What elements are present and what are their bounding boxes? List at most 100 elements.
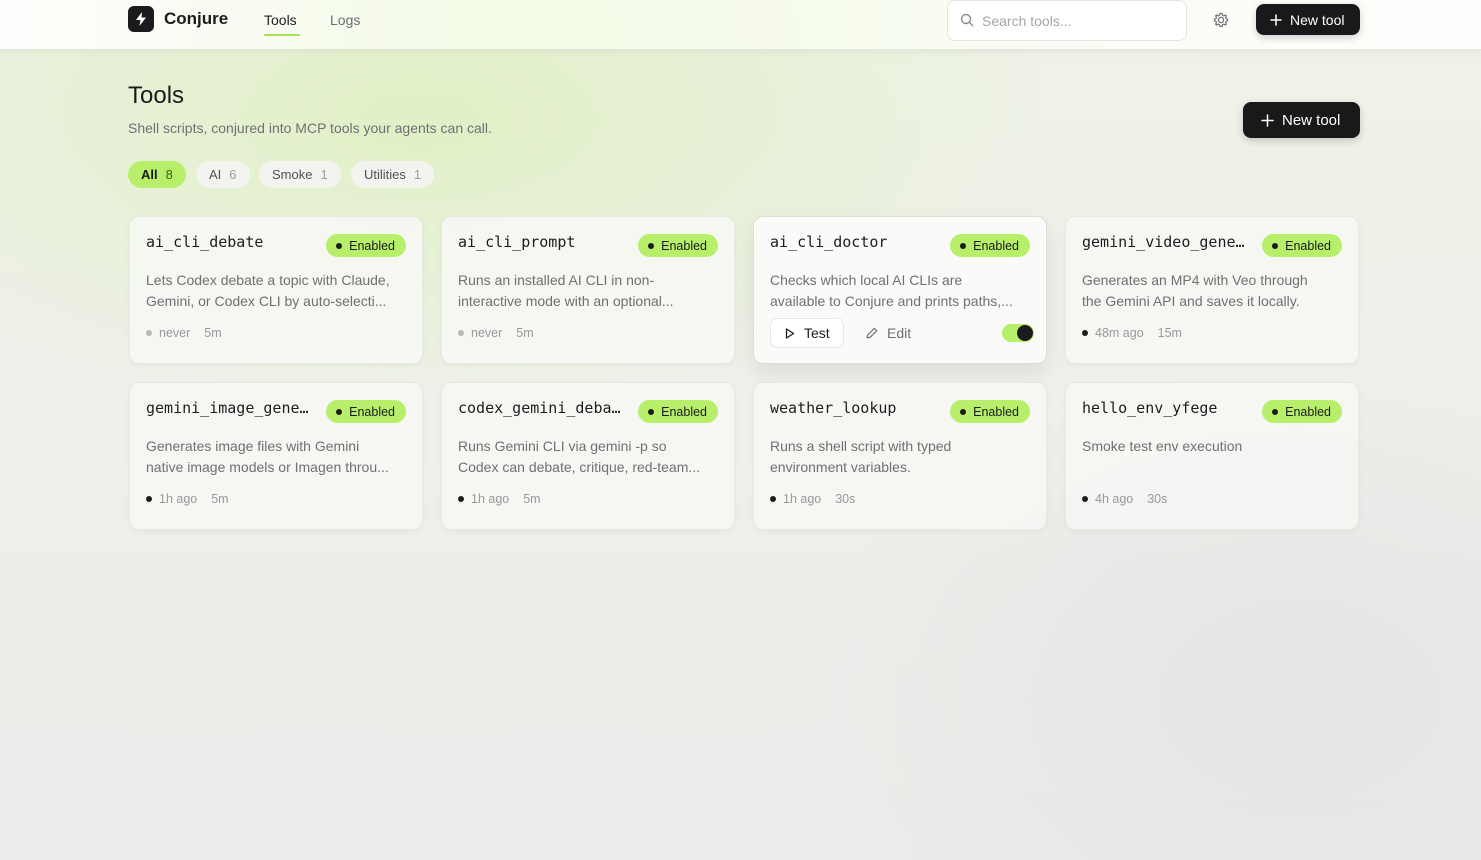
gear-icon[interactable] bbox=[1211, 10, 1231, 30]
tool-meta: 1h ago 30s bbox=[770, 492, 855, 506]
tool-name: weather_lookup bbox=[770, 399, 897, 417]
last-run-dot bbox=[146, 496, 152, 502]
status-label: Enabled bbox=[973, 404, 1019, 419]
test-label: Test bbox=[804, 325, 830, 341]
tool-card-weather-lookup[interactable]: weather_lookup Enabled Runs a shell scri… bbox=[753, 382, 1047, 530]
tool-name: ai_cli_debate bbox=[146, 233, 264, 251]
status-dot bbox=[960, 242, 967, 249]
status-label: Enabled bbox=[1285, 238, 1331, 253]
tool-description: Generates image files with Gemini native… bbox=[146, 438, 389, 475]
filter-count: 1 bbox=[320, 167, 328, 182]
top-bar: Conjure Tools Logs New tool bbox=[0, 0, 1481, 50]
tool-description: Smoke test env execution bbox=[1082, 438, 1243, 454]
app-name[interactable]: Conjure bbox=[164, 9, 228, 29]
filter-label: Utilities bbox=[364, 167, 406, 182]
search-input[interactable] bbox=[982, 9, 1177, 33]
timeout: 5m bbox=[523, 492, 541, 506]
new-tool-label: New tool bbox=[1282, 111, 1341, 129]
status-label: Enabled bbox=[973, 238, 1019, 253]
tool-description: Runs Gemini CLI via gemini -p so Codex c… bbox=[458, 438, 701, 475]
tool-meta: 48m ago 15m bbox=[1082, 326, 1182, 340]
status-badge: Enabled bbox=[950, 400, 1030, 423]
toggle-knob bbox=[1017, 325, 1033, 341]
tool-card-codex-gemini-debate[interactable]: codex_gemini_deba… Enabled Runs Gemini C… bbox=[441, 382, 735, 530]
test-button[interactable]: Test bbox=[770, 318, 844, 348]
page-subtitle: Shell scripts, conjured into MCP tools y… bbox=[128, 120, 492, 136]
plus-icon bbox=[1261, 113, 1274, 127]
edit-button[interactable]: Edit bbox=[866, 318, 911, 348]
status-dot bbox=[960, 408, 967, 415]
filter-chip-ai[interactable]: AI 6 bbox=[196, 161, 250, 188]
last-run: 1h ago bbox=[783, 492, 822, 506]
status-badge: Enabled bbox=[1262, 234, 1342, 257]
nav-tab-tools[interactable]: Tools bbox=[264, 12, 297, 28]
tool-card-gemini-image[interactable]: gemini_image_gene… Enabled Generates ima… bbox=[129, 382, 423, 530]
last-run-dot bbox=[458, 496, 464, 502]
tool-description: Checks which local AI CLIs are available… bbox=[770, 272, 1013, 309]
tool-name: ai_cli_doctor bbox=[770, 233, 888, 251]
tool-meta: never 5m bbox=[146, 326, 222, 340]
nav-tab-logs[interactable]: Logs bbox=[330, 12, 360, 28]
timeout: 15m bbox=[1157, 326, 1182, 340]
filter-chip-utilities[interactable]: Utilities 1 bbox=[351, 161, 435, 188]
last-run: never bbox=[159, 326, 191, 340]
tool-card-ai-cli-prompt[interactable]: ai_cli_prompt Enabled Runs an installed … bbox=[441, 216, 735, 364]
tool-meta: 1h ago 5m bbox=[146, 492, 229, 506]
status-badge: Enabled bbox=[1262, 400, 1342, 423]
last-run: 1h ago bbox=[159, 492, 198, 506]
last-run: 1h ago bbox=[471, 492, 510, 506]
status-label: Enabled bbox=[1285, 404, 1331, 419]
tool-description: Runs an installed AI CLI in non- interac… bbox=[458, 272, 674, 309]
last-run-dot bbox=[458, 330, 464, 336]
status-label: Enabled bbox=[349, 404, 395, 419]
card-actions: Test Edit bbox=[770, 318, 1034, 348]
edit-label: Edit bbox=[887, 325, 912, 341]
search-box[interactable] bbox=[947, 0, 1187, 41]
last-run: never bbox=[471, 326, 503, 340]
enabled-toggle[interactable] bbox=[1002, 324, 1034, 342]
tool-meta: 1h ago 5m bbox=[458, 492, 541, 506]
status-badge: Enabled bbox=[326, 400, 406, 423]
tool-description: Lets Codex debate a topic with Claude, G… bbox=[146, 272, 390, 309]
tool-meta: never 5m bbox=[458, 326, 534, 340]
last-run: 48m ago bbox=[1095, 326, 1144, 340]
timeout: 5m bbox=[204, 326, 222, 340]
status-badge: Enabled bbox=[638, 234, 718, 257]
tool-name: codex_gemini_deba… bbox=[458, 399, 621, 417]
new-tool-button[interactable]: New tool bbox=[1243, 102, 1360, 138]
pencil-icon bbox=[866, 327, 878, 339]
status-label: Enabled bbox=[661, 238, 707, 253]
filter-chip-all[interactable]: All 8 bbox=[128, 161, 186, 188]
status-dot bbox=[648, 242, 655, 249]
tool-name: ai_cli_prompt bbox=[458, 233, 576, 251]
tool-meta: 4h ago 30s bbox=[1082, 492, 1167, 506]
last-run-dot bbox=[770, 496, 776, 502]
status-dot bbox=[336, 242, 343, 249]
tool-card-gemini-video[interactable]: gemini_video_gene… Enabled Generates an … bbox=[1065, 216, 1359, 364]
filter-label: AI bbox=[209, 167, 222, 182]
tool-name: gemini_image_gene… bbox=[146, 399, 309, 417]
last-run-dot bbox=[1082, 496, 1088, 502]
filter-count: 6 bbox=[229, 167, 237, 182]
tool-description: Generates an MP4 with Veo through the Ge… bbox=[1082, 272, 1308, 309]
filter-count: 1 bbox=[413, 167, 422, 182]
filter-label: Smoke bbox=[272, 167, 313, 182]
new-tool-label: New tool bbox=[1290, 11, 1345, 28]
new-tool-button-header[interactable]: New tool bbox=[1256, 4, 1360, 35]
search-icon bbox=[960, 13, 974, 27]
filter-label: All bbox=[141, 167, 158, 182]
bolt-icon[interactable] bbox=[128, 6, 154, 32]
status-dot bbox=[1272, 408, 1279, 415]
tool-card-ai-cli-debate[interactable]: ai_cli_debate Enabled Lets Codex debate … bbox=[129, 216, 423, 364]
active-tab-indicator bbox=[264, 34, 300, 36]
filter-chip-smoke[interactable]: Smoke 1 bbox=[259, 161, 341, 188]
status-badge: Enabled bbox=[638, 400, 718, 423]
tool-card-ai-cli-doctor[interactable]: ai_cli_doctor Enabled Checks which local… bbox=[753, 216, 1047, 364]
last-run-dot bbox=[146, 330, 152, 336]
tool-card-hello-env[interactable]: hello_env_yfege Enabled Smoke test env e… bbox=[1065, 382, 1359, 530]
timeout: 30s bbox=[835, 492, 856, 506]
last-run-dot bbox=[1082, 330, 1088, 336]
status-badge: Enabled bbox=[950, 234, 1030, 257]
status-dot bbox=[336, 408, 343, 415]
timeout: 5m bbox=[516, 326, 534, 340]
